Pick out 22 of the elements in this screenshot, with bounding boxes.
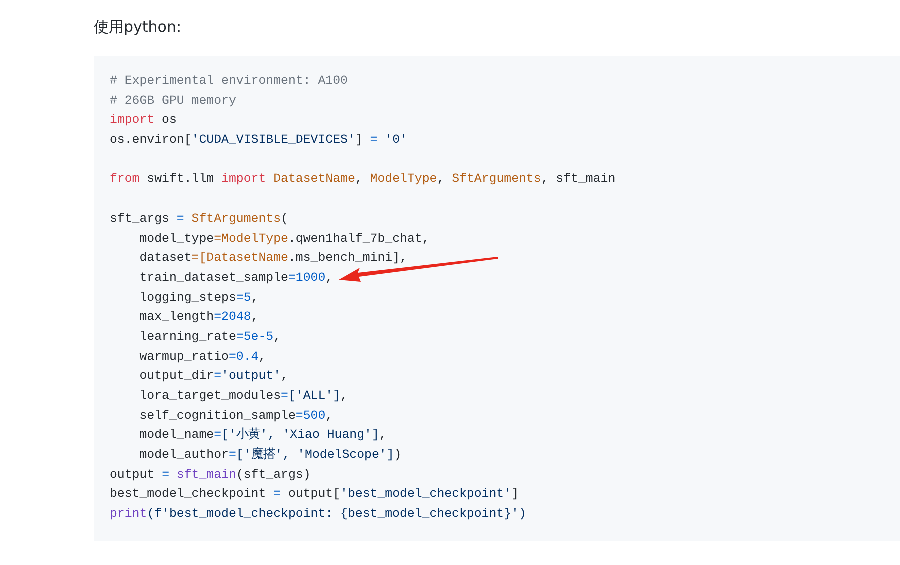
code-line: logging_steps=5,	[138, 290, 259, 307]
code-line: sft_args = SftArguments(	[110, 210, 288, 228]
code-line: max_length=2048,	[138, 309, 259, 326]
code-line: output_dir='output',	[138, 368, 288, 386]
code-line: output = sft_main(sft_args)	[110, 466, 311, 484]
code-line: best_model_checkpoint = output['best_model_checkpoint']	[110, 486, 519, 504]
code-line: # Experimental environment: A100	[110, 73, 348, 90]
code-line: dataset=[DatasetName.ms_bench_mini],	[138, 250, 408, 268]
code-line: learning_rate=5e-5,	[138, 328, 282, 346]
code-line: print(f'best_model_checkpoint: {best_model_checkpoint}')	[110, 506, 526, 524]
code-line: lora_target_modules=['ALL'],	[138, 388, 348, 405]
code-line: os.environ['CUDA_VISIBLE_DEVICES'] = '0'	[110, 132, 408, 150]
intro-text: 使用python:	[94, 17, 183, 38]
code-line: model_author=['魔搭', 'ModelScope'])	[138, 446, 402, 464]
code-line: # 26GB GPU memory	[110, 92, 236, 110]
code-line: self_cognition_sample=500,	[138, 408, 334, 425]
code-line: train_dataset_sample=1000,	[138, 270, 334, 287]
code-line: model_type=ModelType.qwen1half_7b_chat,	[138, 230, 430, 248]
code-line: warmup_ratio=0.4,	[138, 348, 266, 366]
code-line: import os	[110, 112, 177, 130]
code-line: model_name=['小黄', 'Xiao Huang'],	[138, 426, 387, 444]
code-line: from swift.llm import DatasetName, ModelType, SftArguments, sft_main	[110, 171, 616, 188]
